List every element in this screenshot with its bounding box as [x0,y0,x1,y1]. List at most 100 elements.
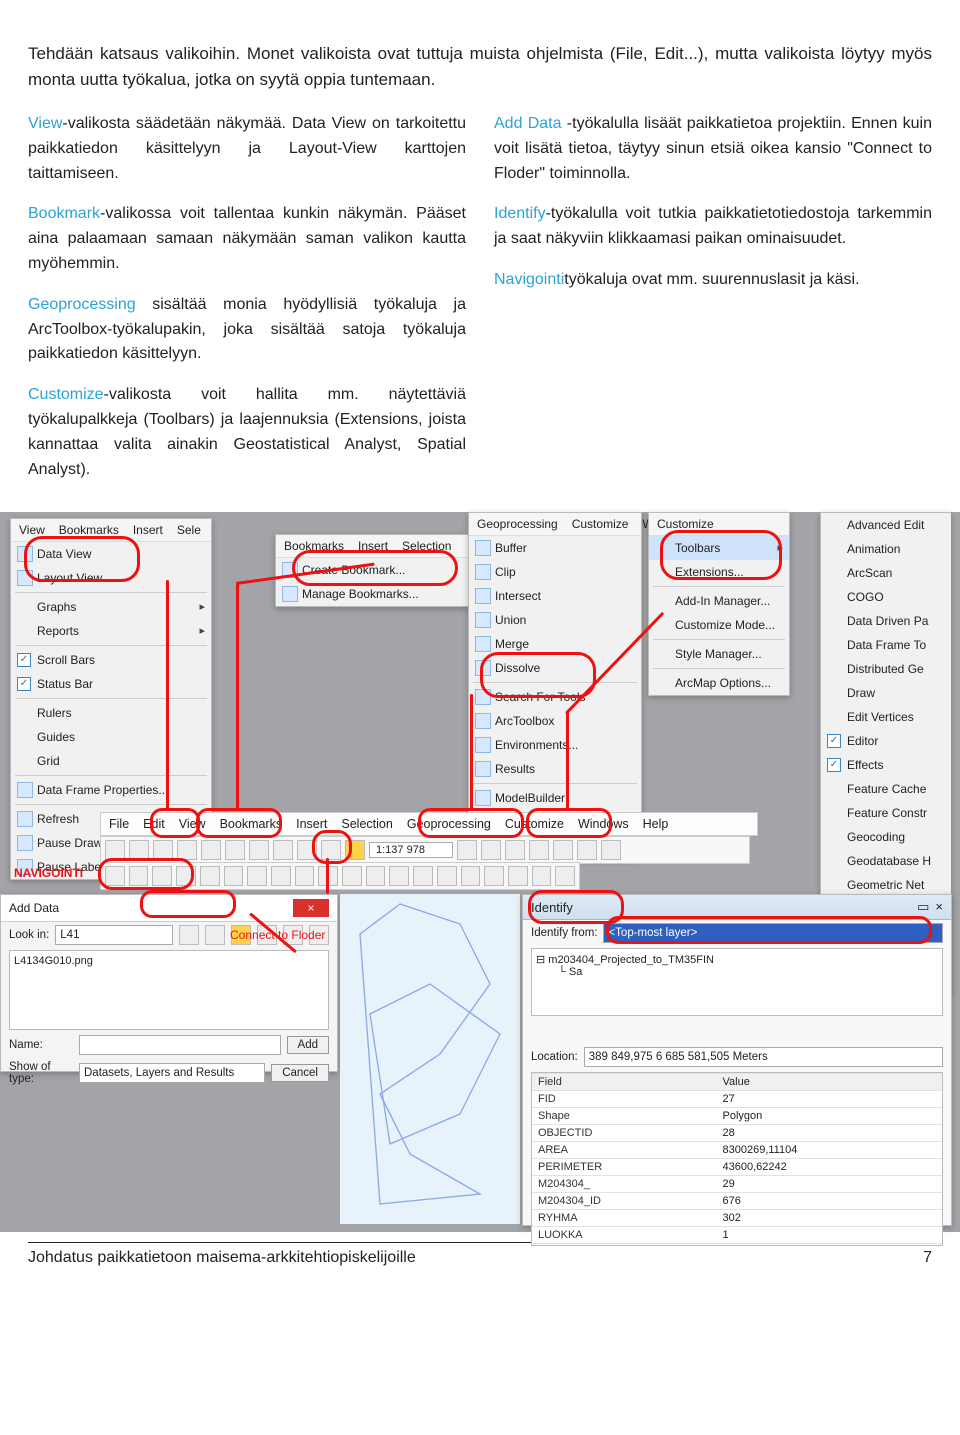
add-button[interactable]: Add [287,1036,329,1054]
menubar-insert[interactable]: Insert [296,817,327,831]
name-input[interactable] [79,1035,281,1055]
customize-item-add-in-manager-[interactable]: Add-In Manager... [649,589,789,613]
table-row[interactable]: TUNNUSSa [532,1244,942,1247]
table-row[interactable]: M204304_ID676 [532,1193,942,1210]
menubar-help[interactable]: Help [643,817,669,831]
menubar-customize[interactable]: Customize [505,817,564,831]
table-row[interactable]: OBJECTID28 [532,1125,942,1142]
toolbars-item-draw[interactable]: Draw [821,681,951,705]
prev-extent-icon[interactable] [247,866,267,886]
add-data-icon[interactable] [345,840,365,860]
view-item-layout-view[interactable]: Layout View [11,566,211,590]
gp-item-merge[interactable]: Merge [469,632,641,656]
menu-tab-geoprocessing[interactable]: Geoprocessing [477,517,558,531]
clear-selection-icon[interactable] [318,866,338,886]
scale-combo[interactable]: 1:137 978 [369,842,453,858]
zoom-in-icon[interactable] [105,866,125,886]
view-item-grid[interactable]: Grid [11,749,211,773]
toolbars-item-feature-cache[interactable]: Feature Cache [821,777,951,801]
misc-icon-3[interactable] [505,840,525,860]
toolbars-item-editor[interactable]: ✓Editor [821,729,951,753]
paste-icon[interactable] [249,840,269,860]
view-item-guides[interactable]: Guides [11,725,211,749]
gp-item-search-for-tools[interactable]: Search For Tools [469,685,641,709]
menu-tab-selection[interactable]: Selection [402,539,451,553]
home-icon[interactable] [205,925,225,945]
misc-icon-4[interactable] [529,840,549,860]
save-icon[interactable] [153,840,173,860]
misc-icon-2[interactable] [481,840,501,860]
open-icon[interactable] [129,840,149,860]
toolbars-item-cogo[interactable]: COGO [821,585,951,609]
identify-tree[interactable]: ⊟ m203404_Projected_to_TM35FIN └ Sa [531,948,943,1016]
customize-item-arcmap-options-[interactable]: ArcMap Options... [649,671,789,695]
menubar-edit[interactable]: Edit [143,817,165,831]
table-row[interactable]: AREA8300269,11104 [532,1142,942,1159]
cancel-button[interactable]: Cancel [271,1064,329,1082]
misc-icon-1[interactable] [457,840,477,860]
look-in-combo[interactable]: L41 [55,925,173,945]
menubar-bookmarks[interactable]: Bookmarks [220,817,283,831]
gp-item-modelbuilder[interactable]: ModelBuilder [469,786,641,810]
next-extent-icon[interactable] [271,866,291,886]
tree-root[interactable]: ⊟ m203404_Projected_to_TM35FIN [536,953,938,966]
redo-icon[interactable] [321,840,341,860]
view-item-status-bar[interactable]: ✓Status Bar [11,672,211,696]
close-icon-2[interactable]: × [935,899,943,915]
toolbox-icon[interactable] [553,840,573,860]
close-icon[interactable]: × [293,899,329,917]
toolbars-item-data-driven-pa[interactable]: Data Driven Pa [821,609,951,633]
time-slider-icon[interactable] [532,866,552,886]
menubar-view[interactable]: View [179,817,206,831]
find-route-icon[interactable] [484,866,504,886]
menu-tab-bookmarks[interactable]: Bookmarks [59,523,119,537]
customize-item-customize-mode-[interactable]: Customize Mode... [649,613,789,637]
table-row[interactable]: FID27 [532,1091,942,1108]
menubar-geoprocessing[interactable]: Geoprocessing [407,817,491,831]
viewer-window-icon[interactable] [555,866,575,886]
toolbars-item-geodatabase-h[interactable]: Geodatabase H [821,849,951,873]
print-icon[interactable] [177,840,197,860]
table-row[interactable]: PERIMETER43600,62242 [532,1159,942,1176]
menu-tab-insert[interactable]: Insert [133,523,163,537]
view-item-rulers[interactable]: Rulers [11,701,211,725]
menu-tab-insert2[interactable]: Insert [358,539,388,553]
fixed-zoom-out-icon[interactable] [224,866,244,886]
toolbars-item-data-frame-to[interactable]: Data Frame To [821,633,951,657]
manage-bookmarks-item[interactable]: Manage Bookmarks... [276,582,476,606]
cut-icon[interactable] [201,840,221,860]
gp-item-buffer[interactable]: Buffer [469,536,641,560]
gp-item-arctoolbox[interactable]: ArcToolbox [469,709,641,733]
view-item-graphs[interactable]: Graphs [11,595,211,619]
menu-tab-bookmarks2[interactable]: Bookmarks [284,539,344,553]
zoom-out-icon[interactable] [129,866,149,886]
go-to-xy-icon[interactable] [508,866,528,886]
toolbars-item-animation[interactable]: Animation [821,537,951,561]
menu-tab-sele[interactable]: Sele [177,523,201,537]
select-features-icon[interactable] [295,866,315,886]
menu-tab-customize[interactable]: Customize [572,517,629,531]
view-item-data-frame-properties-[interactable]: Data Frame Properties... [11,778,211,802]
menubar-selection[interactable]: Selection [341,817,392,831]
identify-icon[interactable] [366,866,386,886]
create-bookmark-item[interactable]: Create Bookmark... [276,558,476,582]
identify-from-combo[interactable]: <Top-most layer> [603,923,943,943]
delete-icon[interactable] [273,840,293,860]
menu-tab-view[interactable]: View [19,523,45,537]
map-canvas[interactable] [340,894,520,1224]
tree-child[interactable]: └ Sa [536,966,938,978]
gp-item-union[interactable]: Union [469,608,641,632]
copy-icon[interactable] [225,840,245,860]
maximize-icon[interactable]: ▭ [917,899,929,915]
toolbars-item-edit-vertices[interactable]: Edit Vertices [821,705,951,729]
table-row[interactable]: M204304_29 [532,1176,942,1193]
up-folder-icon[interactable] [179,925,199,945]
table-row[interactable]: LUOKKA1 [532,1227,942,1244]
customize-item-style-manager-[interactable]: Style Manager... [649,642,789,666]
toolbars-item-geocoding[interactable]: Geocoding [821,825,951,849]
menubar-file[interactable]: File [109,817,129,831]
measure-icon[interactable] [437,866,457,886]
full-extent-icon[interactable] [176,866,196,886]
undo-icon[interactable] [297,840,317,860]
gp-item-environments-[interactable]: Environments... [469,733,641,757]
